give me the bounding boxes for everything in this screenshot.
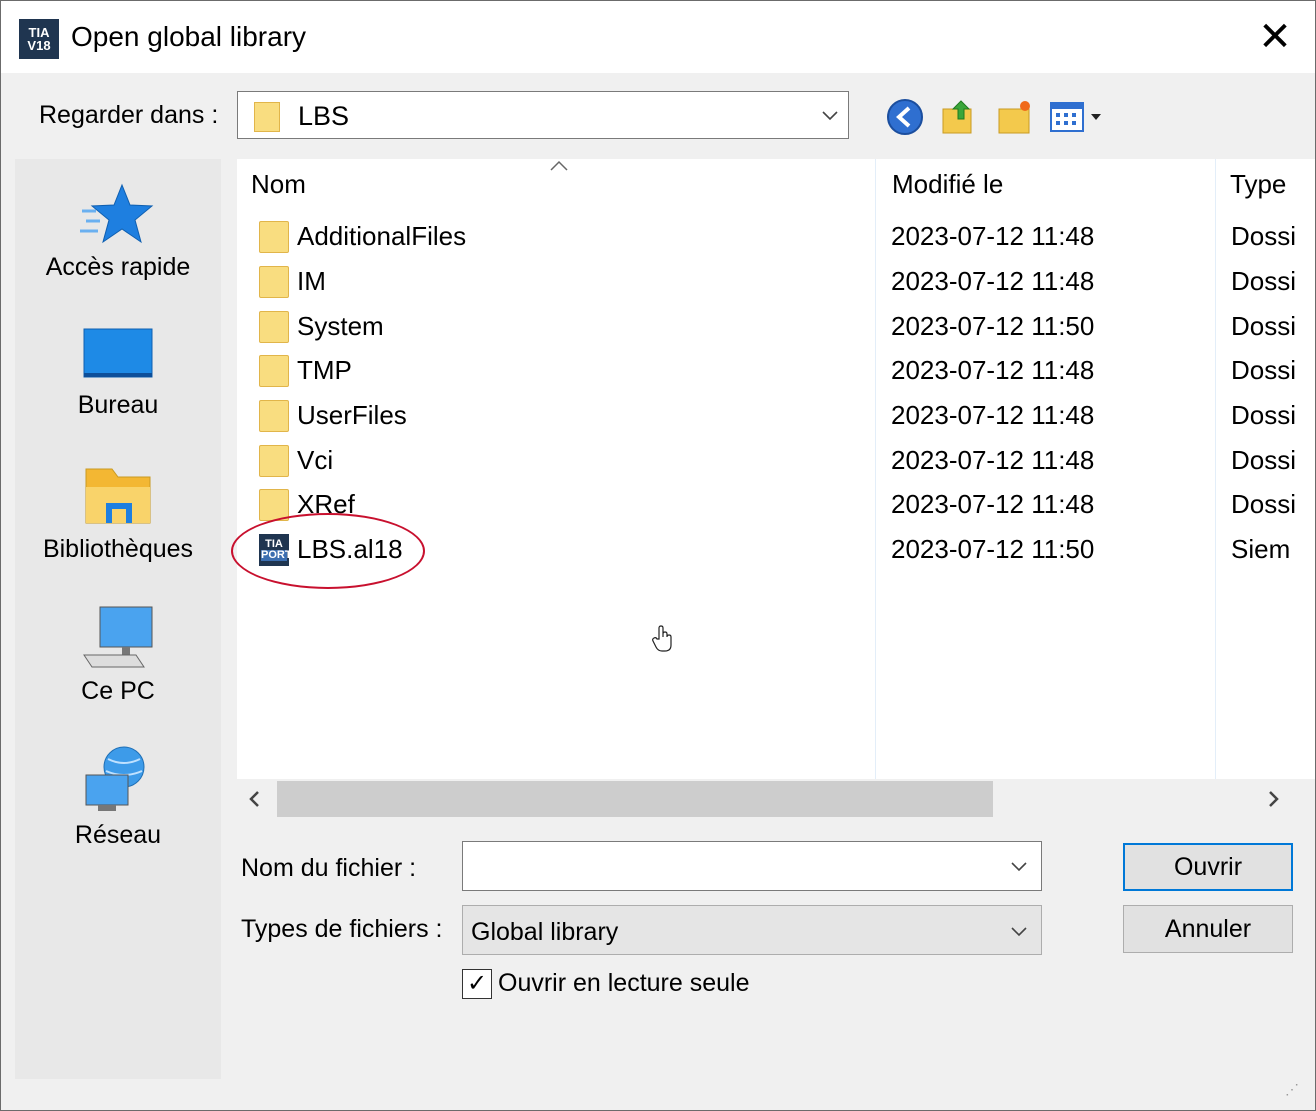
folder-icon: [259, 221, 289, 253]
file-name: AdditionalFiles: [297, 221, 467, 251]
scroll-right-arrow-icon[interactable]: [1267, 790, 1281, 808]
star-icon: [80, 183, 154, 244]
file-name: System: [297, 311, 384, 341]
title-bar: TIA V18 Open global library ✕: [1, 1, 1315, 73]
folder-icon: [259, 489, 289, 521]
filetype-value: Global library: [471, 918, 619, 946]
place-label: Bureau: [77, 391, 159, 419]
file-type: Dossi: [1231, 221, 1297, 251]
file-modified: 2023-07-12 11:48: [891, 489, 1095, 519]
open-button[interactable]: Ouvrir: [1123, 843, 1293, 891]
hand-cursor-icon: [652, 625, 672, 652]
view-menu-icon[interactable]: [1049, 97, 1111, 137]
dialog-title: Open global library: [71, 21, 307, 52]
tia-library-file-icon: TIA PORT: [259, 534, 292, 566]
file-modified: 2023-07-12 11:48: [891, 355, 1095, 385]
file-modified: 2023-07-12 11:50: [891, 534, 1095, 564]
look-in-value: LBS: [298, 101, 350, 131]
place-desktop[interactable]: Bureau: [15, 325, 221, 420]
place-label: Accès rapide: [45, 253, 191, 281]
file-name: UserFiles: [297, 400, 407, 430]
look-in-combo[interactable]: LBS: [237, 91, 849, 139]
close-button[interactable]: ✕: [1251, 15, 1299, 61]
places-bar: Accès rapide Bureau Bibliothèques Ce PC …: [15, 159, 221, 1079]
back-icon[interactable]: [885, 97, 925, 137]
file-row[interactable]: IM 2023-07-12 11:48 Dossi: [237, 260, 1315, 304]
scroll-left-arrow-icon[interactable]: [247, 790, 261, 808]
file-row[interactable]: AdditionalFiles 2023-07-12 11:48 Dossi: [237, 215, 1315, 259]
file-modified: 2023-07-12 11:50: [891, 311, 1095, 341]
place-label: Réseau: [74, 821, 162, 849]
filename-label: Nom du fichier :: [241, 854, 417, 882]
file-row[interactable]: System 2023-07-12 11:50 Dossi: [237, 305, 1315, 349]
place-this-pc[interactable]: Ce PC: [15, 605, 221, 706]
filename-input[interactable]: [462, 841, 1042, 891]
file-type: Siem: [1231, 534, 1291, 564]
column-header-name[interactable]: Nom: [251, 169, 306, 200]
readonly-label[interactable]: Ouvrir en lecture seule: [498, 969, 750, 998]
file-icon-bottom-text: PORT: [261, 549, 292, 561]
file-modified: 2023-07-12 11:48: [891, 221, 1095, 251]
sort-ascending-icon: [550, 160, 568, 171]
place-quick-access[interactable]: Accès rapide: [15, 181, 221, 282]
file-row[interactable]: Vci 2023-07-12 11:48 Dossi: [237, 439, 1315, 483]
file-type: Dossi: [1231, 445, 1297, 475]
scrollbar-thumb[interactable]: [277, 781, 993, 817]
readonly-checkbox[interactable]: ✓: [462, 969, 492, 999]
open-file-dialog: TIA V18 Open global library ✕ Regarder d…: [0, 0, 1316, 1111]
file-type: Dossi: [1231, 355, 1297, 385]
chevron-down-icon: [822, 111, 838, 121]
folder-icon: [259, 400, 289, 432]
place-label: Bibliothèques: [42, 535, 194, 563]
filename-dropdown-chevron-icon[interactable]: [1011, 861, 1027, 873]
file-modified: 2023-07-12 11:48: [891, 266, 1095, 296]
computer-icon: [83, 606, 153, 668]
place-libraries[interactable]: Bibliothèques: [15, 463, 221, 564]
file-name: IM: [297, 266, 326, 296]
file-modified: 2023-07-12 11:48: [891, 445, 1095, 475]
place-network[interactable]: Réseau: [15, 745, 221, 850]
look-in-label: Regarder dans :: [39, 101, 219, 129]
file-name: Vci: [297, 445, 334, 475]
file-name: XRef: [297, 489, 355, 519]
folder-icon: [259, 445, 289, 477]
column-header-modified[interactable]: Modifié le: [892, 169, 1003, 200]
folder-icon: [259, 355, 289, 387]
file-type: Dossi: [1231, 266, 1297, 296]
network-icon: [85, 746, 145, 811]
file-type: Dossi: [1231, 489, 1297, 519]
filetype-select[interactable]: Global library: [462, 905, 1042, 955]
file-row[interactable]: UserFiles 2023-07-12 11:48 Dossi: [237, 394, 1315, 438]
folder-icon: [254, 102, 280, 132]
resize-grip-icon[interactable]: ⋰: [1285, 1081, 1299, 1098]
file-type: Dossi: [1231, 400, 1297, 430]
app-icon-bottom-text: V18: [27, 38, 51, 53]
file-name: LBS.al18: [297, 534, 403, 564]
file-type: Dossi: [1231, 311, 1297, 341]
file-row[interactable]: XRef 2023-07-12 11:48 Dossi: [237, 483, 1315, 527]
desktop-icon: [83, 328, 153, 378]
tia-portal-app-icon: TIA V18: [19, 19, 59, 59]
chevron-down-icon: [1011, 927, 1027, 937]
new-folder-icon[interactable]: [995, 97, 1035, 137]
place-label: Ce PC: [81, 677, 155, 705]
cancel-button[interactable]: Annuler: [1123, 905, 1293, 953]
filetype-label: Types de fichiers :: [241, 915, 443, 943]
file-row[interactable]: TMP 2023-07-12 11:48 Dossi: [237, 349, 1315, 393]
folder-icon: [259, 311, 289, 343]
file-list[interactable]: Nom Modifié le Type AdditionalFiles 2023…: [237, 159, 1315, 779]
column-header-type[interactable]: Type: [1230, 169, 1286, 200]
horizontal-scrollbar[interactable]: [237, 779, 1315, 819]
folder-icon: [259, 266, 289, 298]
file-row[interactable]: TIA PORT LBS.al18 2023-07-12 11:50 Siem: [237, 528, 1315, 572]
up-folder-icon[interactable]: [939, 97, 979, 137]
file-modified: 2023-07-12 11:48: [891, 400, 1095, 430]
libraries-icon: [85, 468, 151, 524]
file-name: TMP: [297, 355, 352, 385]
